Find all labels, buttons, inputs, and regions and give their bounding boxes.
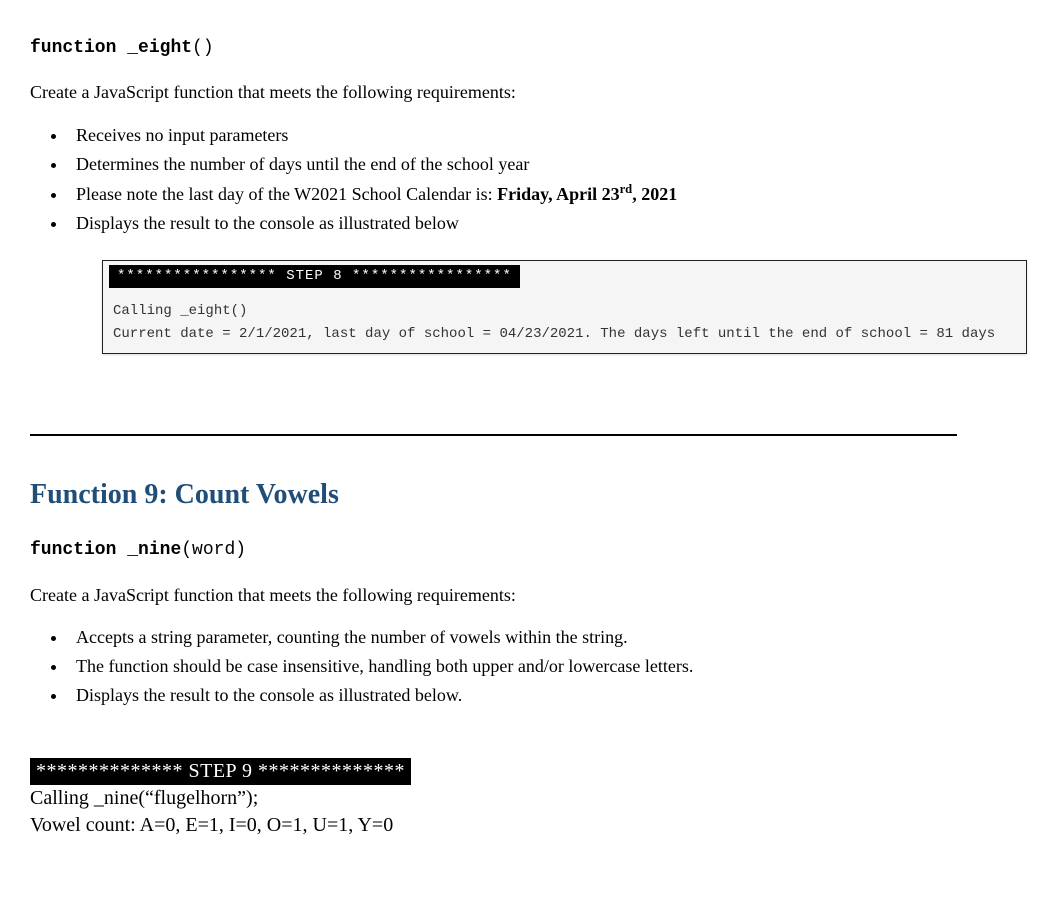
- function-signature-eight: function _eight(): [30, 36, 1027, 60]
- list-item: Displays the result to the console as il…: [68, 683, 1027, 707]
- function-params: (word): [181, 540, 246, 560]
- console-header: ***************** STEP 8 ***************…: [109, 265, 520, 288]
- requirements-list-eight: Receives no input parameters Determines …: [68, 123, 1027, 236]
- requirements-list-nine: Accepts a string parameter, counting the…: [68, 625, 1027, 708]
- keyword: function: [30, 38, 116, 58]
- console-line: Calling _nine(“flugelhorn”);: [30, 785, 1027, 812]
- function-name: _eight: [127, 38, 192, 58]
- list-item: Accepts a string parameter, counting the…: [68, 625, 1027, 649]
- keyword: function: [30, 540, 116, 560]
- console-output-eight: ***************** STEP 8 ***************…: [102, 260, 1027, 355]
- list-item: Please note the last day of the W2021 Sc…: [68, 181, 1027, 206]
- bullet-prefix: Please note the last day of the W2021 Sc…: [76, 184, 497, 204]
- function-params: (): [192, 38, 214, 58]
- intro-text-eight: Create a JavaScript function that meets …: [30, 80, 1027, 104]
- function-signature-nine: function _nine(word): [30, 538, 1027, 562]
- list-item: Receives no input parameters: [68, 123, 1027, 147]
- function-name: _nine: [127, 540, 181, 560]
- section-divider: [30, 434, 957, 436]
- intro-text-nine: Create a JavaScript function that meets …: [30, 583, 1027, 607]
- console-line: Vowel count: A=0, E=1, I=0, O=1, U=1, Y=…: [30, 812, 1027, 839]
- list-item: The function should be case insensitive,…: [68, 654, 1027, 678]
- console-line: Calling _eight(): [109, 302, 1020, 321]
- console-line: Current date = 2/1/2021, last day of sch…: [109, 325, 1020, 344]
- section-heading-nine: Function 9: Count Vowels: [30, 476, 1027, 514]
- console-output-nine: ************** STEP 9 ************** Cal…: [30, 758, 1027, 839]
- console-header: ************** STEP 9 **************: [30, 758, 411, 785]
- list-item: Displays the result to the console as il…: [68, 211, 1027, 235]
- list-item: Determines the number of days until the …: [68, 152, 1027, 176]
- bullet-bold-date: Friday, April 23rd, 2021: [497, 184, 677, 204]
